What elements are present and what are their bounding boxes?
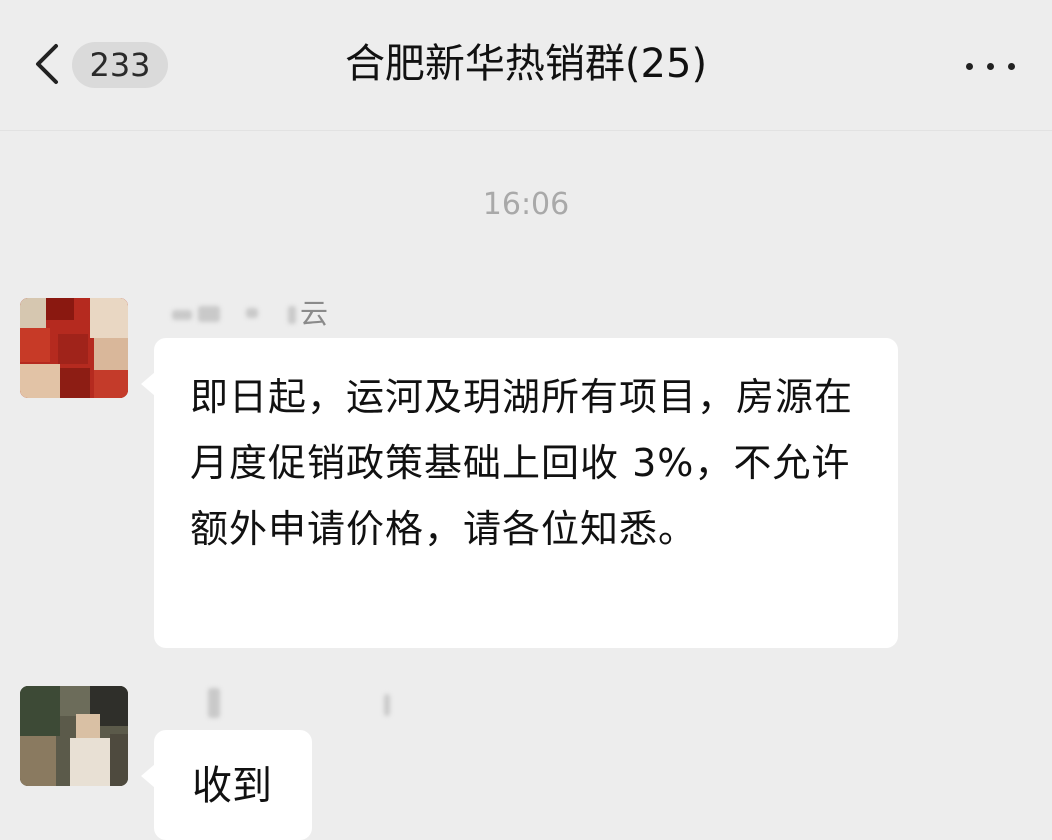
- sender-name: 云: [168, 296, 368, 336]
- back-button[interactable]: 233: [22, 38, 182, 92]
- message-bubble[interactable]: 即日起，运河及玥湖所有项目，房源在月度促销政策基础上回收 3%，不允许额外申请价…: [141, 338, 898, 648]
- unread-count-badge: 233: [72, 42, 168, 88]
- avatar[interactable]: [20, 686, 128, 786]
- sender-name: [168, 684, 418, 724]
- chevron-left-icon: [30, 42, 64, 86]
- more-button[interactable]: [956, 44, 1026, 88]
- message-timestamp: 16:06: [482, 187, 570, 222]
- chat-header: 233 合肥新华热销群(25): [0, 0, 1052, 131]
- sender-name-text: 云: [300, 297, 329, 330]
- message-text: 即日起，运河及玥湖所有项目，房源在月度促销政策基础上回收 3%，不允许额外申请价…: [190, 375, 854, 551]
- message-bubble[interactable]: 收到: [141, 730, 312, 840]
- page-title: 合肥新华热销群(25): [344, 41, 708, 87]
- avatar[interactable]: [20, 298, 128, 398]
- message-text: 收到: [192, 763, 272, 809]
